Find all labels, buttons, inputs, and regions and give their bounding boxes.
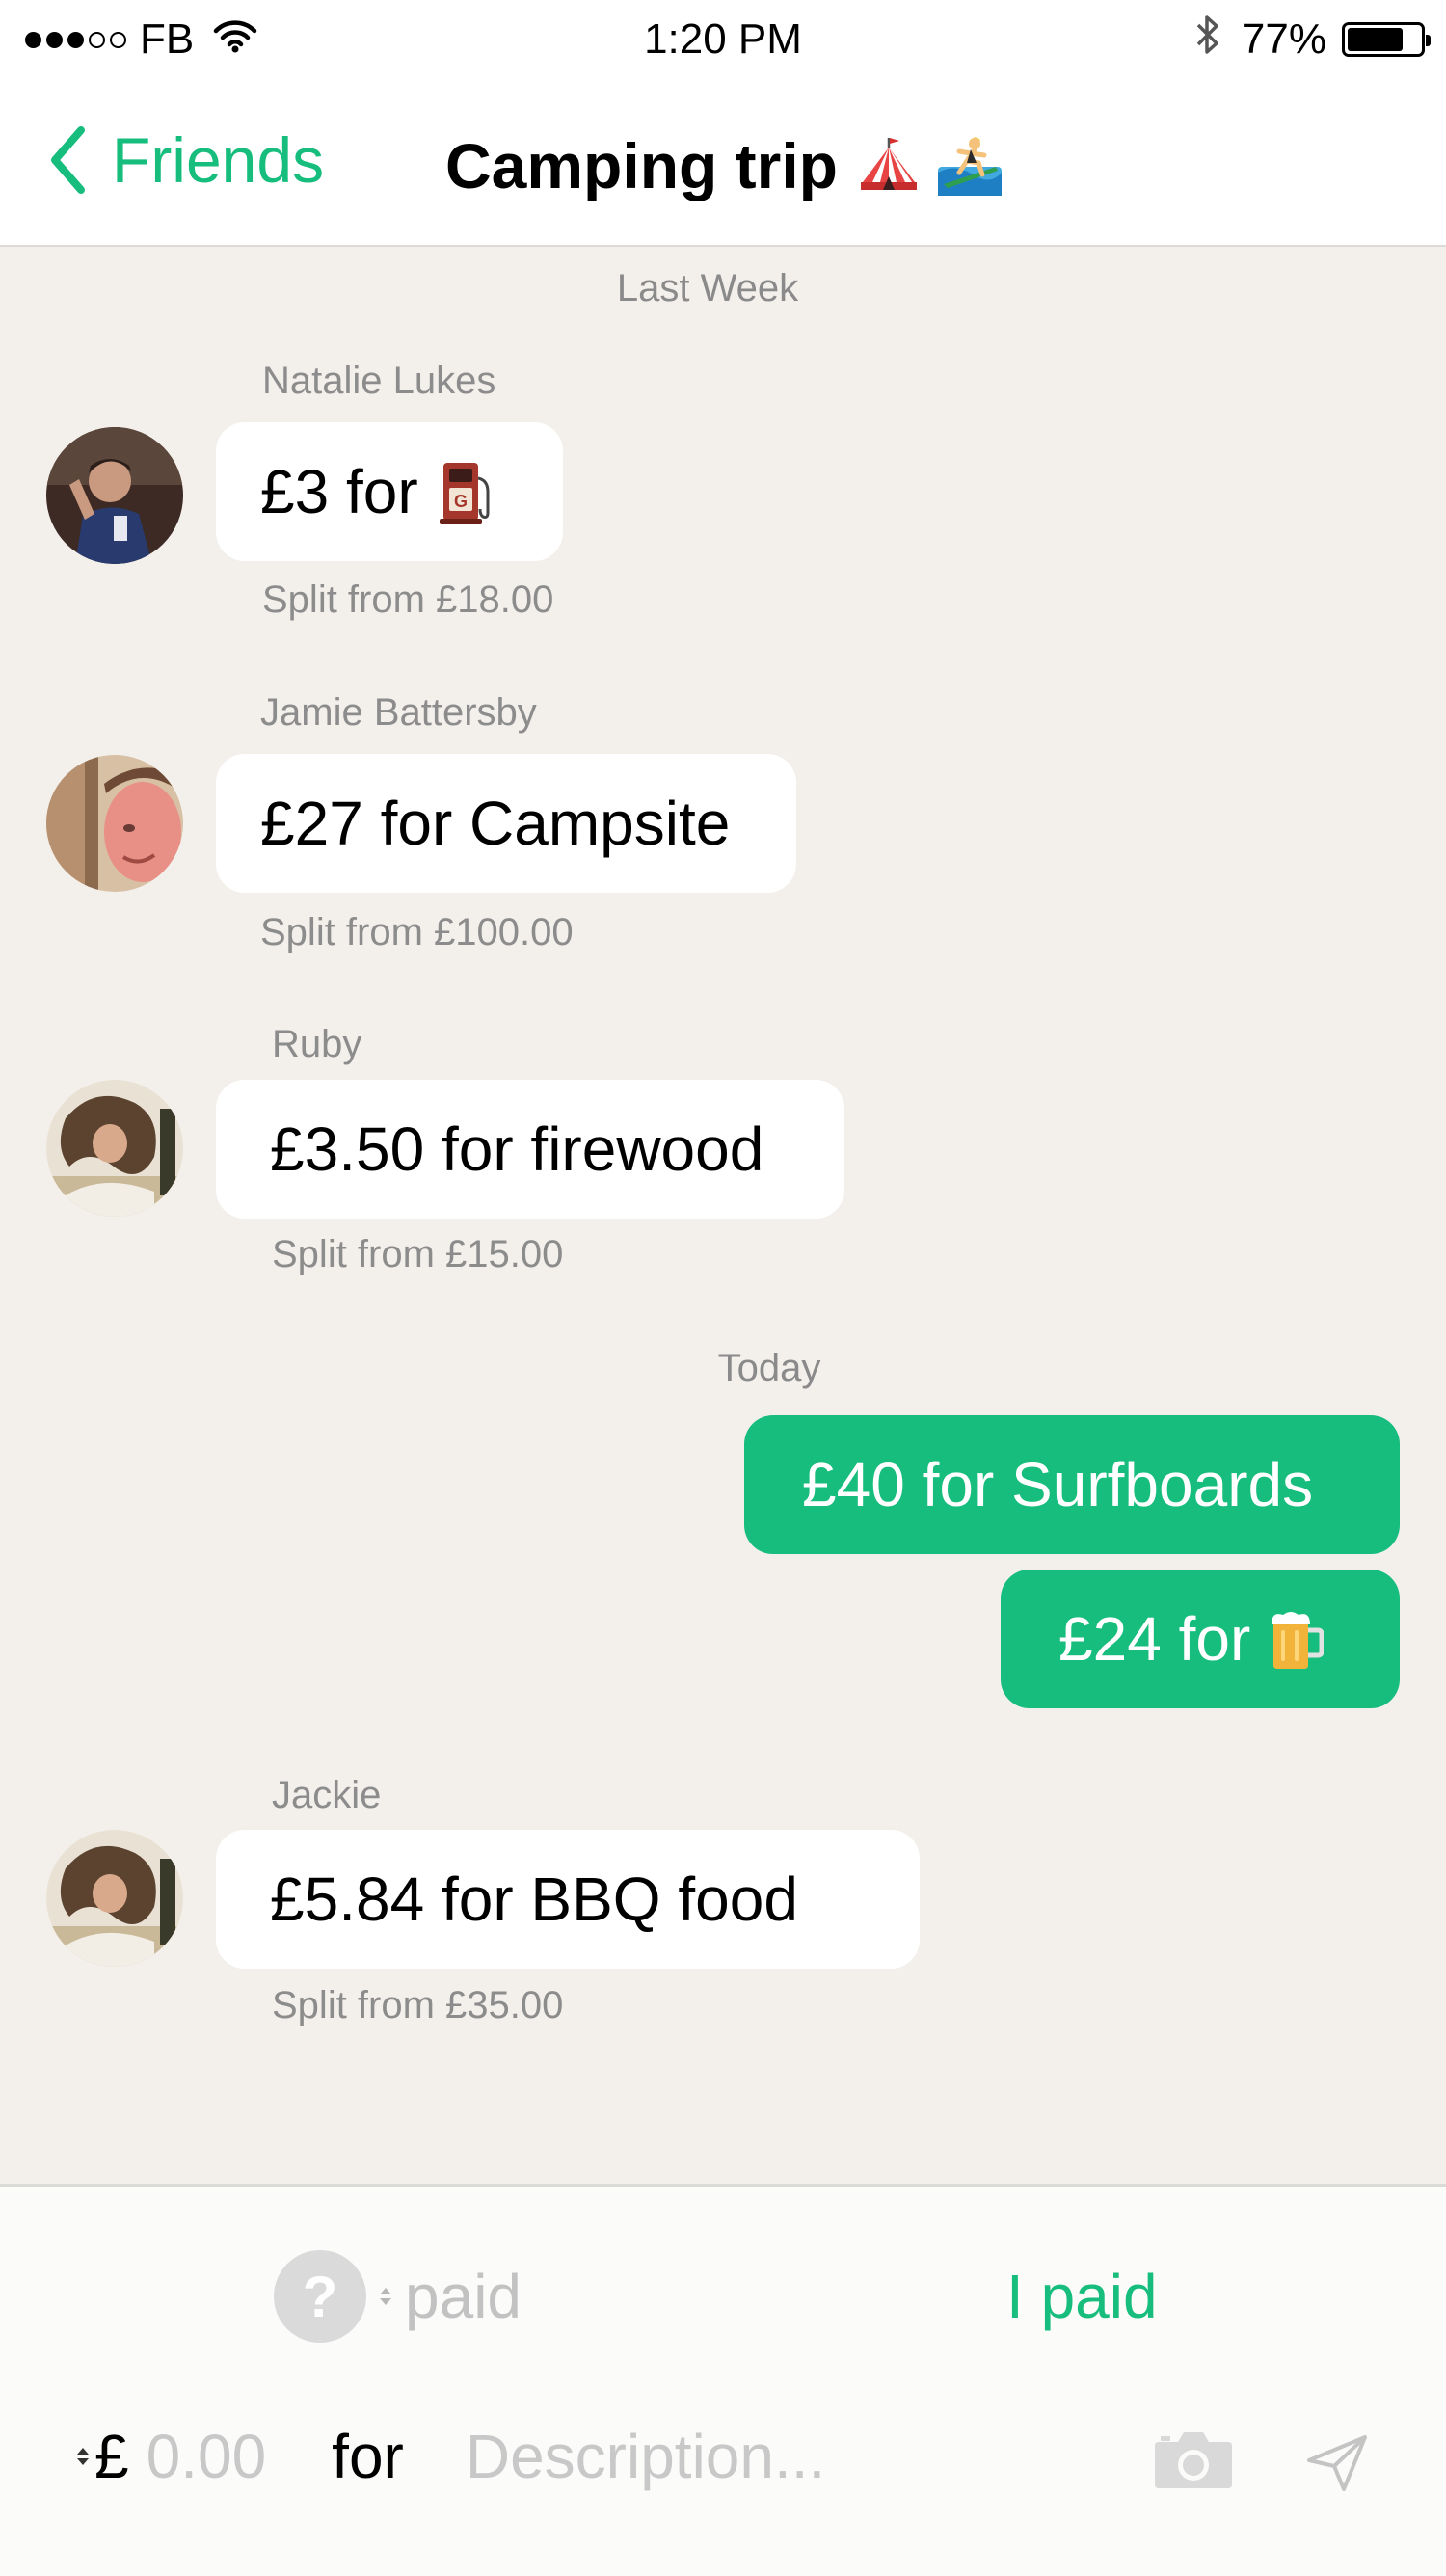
- avatar[interactable]: [46, 1080, 183, 1217]
- svg-text:G: G: [454, 492, 468, 511]
- split-amount: Split from £15.00: [272, 1233, 564, 1275]
- split-amount: Split from £35.00: [272, 1984, 564, 2026]
- section-label-last-week: Last Week: [616, 267, 799, 309]
- amount-input[interactable]: 0.00: [147, 2421, 267, 2492]
- payer-avatar-placeholder: ?: [274, 2250, 366, 2343]
- currency-symbol[interactable]: £: [94, 2421, 129, 2492]
- expense-text: £40 for Surfboards: [802, 1450, 1314, 1519]
- payer-paid-label: paid: [405, 2262, 522, 2331]
- my-expense-bubble[interactable]: £40 for Surfboards: [744, 1415, 1400, 1554]
- expense-bubble[interactable]: £3 for G: [216, 422, 563, 561]
- sender-name: Ruby: [272, 1023, 362, 1065]
- battery-icon: [1342, 22, 1431, 57]
- amount-row: £ 0.00 for Description...: [77, 2414, 825, 2499]
- expense-text: £3.50 for firewood: [270, 1114, 764, 1184]
- status-right: 77%: [1195, 13, 1431, 67]
- beer-mug-icon: [1272, 1612, 1325, 1669]
- page-title: Camping trip: [445, 127, 1004, 204]
- description-input[interactable]: Description...: [466, 2421, 825, 2492]
- back-button[interactable]: Friends: [48, 123, 324, 197]
- camera-icon[interactable]: [1153, 2430, 1234, 2495]
- avatar[interactable]: [46, 755, 183, 892]
- expense-text: £5.84 for BBQ food: [270, 1865, 798, 1934]
- payer-selector[interactable]: ? paid: [274, 2250, 522, 2343]
- currency-switch-icon[interactable]: [77, 2448, 89, 2465]
- expense-text: £27 for Campsite: [260, 789, 731, 858]
- split-amount: Split from £100.00: [260, 911, 574, 953]
- fuel-pump-icon: G: [439, 463, 490, 524]
- bluetooth-icon: [1195, 13, 1220, 67]
- send-icon[interactable]: [1305, 2433, 1369, 2498]
- avatar[interactable]: [46, 1830, 183, 1967]
- sort-arrows-icon: [380, 2288, 391, 2305]
- navigation-bar: Friends Camping trip: [0, 77, 1446, 247]
- sender-name: Natalie Lukes: [262, 360, 496, 402]
- battery-percentage: 77%: [1241, 15, 1326, 63]
- sender-name: Jamie Battersby: [260, 691, 537, 734]
- for-label: for: [332, 2422, 404, 2491]
- expense-bubble[interactable]: £3.50 for firewood: [216, 1080, 844, 1219]
- expense-composer: ? paid I paid £ 0.00 for Description...: [0, 2184, 1446, 2576]
- split-amount: Split from £18.00: [262, 578, 554, 621]
- back-button-label: Friends: [112, 124, 325, 196]
- avatar[interactable]: [46, 427, 183, 564]
- expense-bubble[interactable]: £27 for Campsite: [216, 754, 796, 893]
- expense-bubble[interactable]: £5.84 for BBQ food: [216, 1830, 920, 1969]
- chevron-left-icon: [51, 126, 85, 194]
- sender-name: Jackie: [272, 1774, 382, 1816]
- page-title-text: Camping trip: [445, 130, 838, 201]
- surfer-icon: [938, 137, 1002, 196]
- i-paid-button[interactable]: I paid: [1006, 2254, 1158, 2339]
- section-label-today: Today: [717, 1347, 821, 1389]
- battery-fill: [1348, 28, 1403, 51]
- my-expense-bubble[interactable]: £24 for: [1001, 1570, 1400, 1708]
- expense-text: £24 for: [1058, 1604, 1251, 1674]
- circus-tent-icon: [861, 138, 917, 190]
- status-bar: FB 1:20 PM 77%: [0, 0, 1446, 77]
- expense-text: £3 for: [260, 457, 418, 526]
